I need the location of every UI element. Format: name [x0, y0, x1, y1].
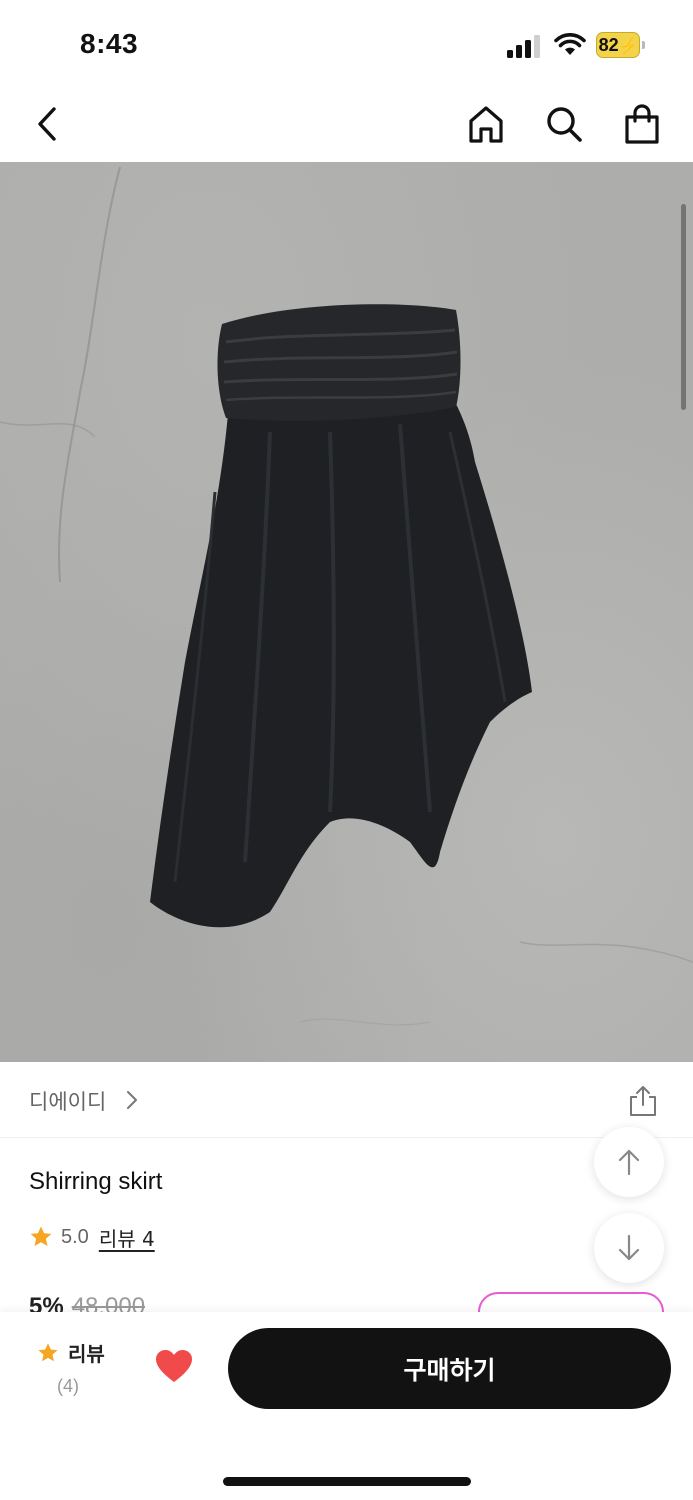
star-icon	[38, 1343, 58, 1362]
product-photo-black-shirring-skirt	[0, 166, 693, 1026]
home-icon	[469, 106, 503, 143]
brand-link[interactable]: 디에이디	[29, 1086, 106, 1116]
status-time: 8:43	[80, 28, 139, 59]
rating-row: 5.0 리뷰 4	[29, 1222, 155, 1252]
chevron-right-icon	[127, 1091, 137, 1109]
share-button[interactable]	[624, 1082, 662, 1120]
rating-value: 5.0	[61, 1225, 89, 1248]
cellular-signal-icon	[507, 35, 540, 58]
back-arrow-icon	[38, 107, 56, 141]
brand-row: 디에이디	[0, 1062, 693, 1138]
discount-rate: 5%	[29, 1293, 64, 1314]
cart-button[interactable]	[620, 102, 664, 146]
arrow-down-icon	[618, 1234, 640, 1261]
wifi-icon	[554, 33, 586, 55]
bottom-action-bar: 리뷰 (4) 구매하기	[0, 1312, 693, 1500]
image-scroll-indicator	[681, 204, 686, 410]
scroll-to-top-button[interactable]	[594, 1127, 664, 1197]
star-icon	[30, 1226, 52, 1246]
battery-level: 82	[598, 35, 619, 55]
original-price: 48,000	[71, 1293, 146, 1314]
back-button[interactable]	[26, 102, 70, 146]
heart-icon[interactable]	[154, 1348, 194, 1384]
review-label: 리뷰	[68, 1342, 105, 1366]
search-button[interactable]	[542, 102, 586, 146]
review-count: (4)	[57, 1376, 79, 1396]
nav-header	[0, 88, 693, 162]
shopping-bag-icon	[625, 104, 659, 144]
product-image[interactable]	[0, 162, 693, 1062]
buy-button[interactable]: 구매하기	[228, 1328, 671, 1409]
home-button[interactable]	[464, 102, 508, 146]
home-indicator	[223, 1477, 471, 1486]
review-summary-button[interactable]: 리뷰 (4)	[30, 1336, 120, 1406]
product-name: Shirring skirt	[29, 1168, 163, 1195]
share-icon	[630, 1086, 656, 1116]
price-row: 5% 48,000	[29, 1292, 145, 1314]
review-count-link[interactable]: 리뷰 4	[99, 1223, 155, 1252]
status-bar: 8:43 82⚡	[0, 0, 693, 88]
scroll-to-bottom-button[interactable]	[594, 1213, 664, 1283]
arrow-up-icon	[618, 1149, 640, 1176]
battery-charging-icon: 82⚡	[596, 32, 646, 58]
search-icon	[547, 107, 582, 142]
